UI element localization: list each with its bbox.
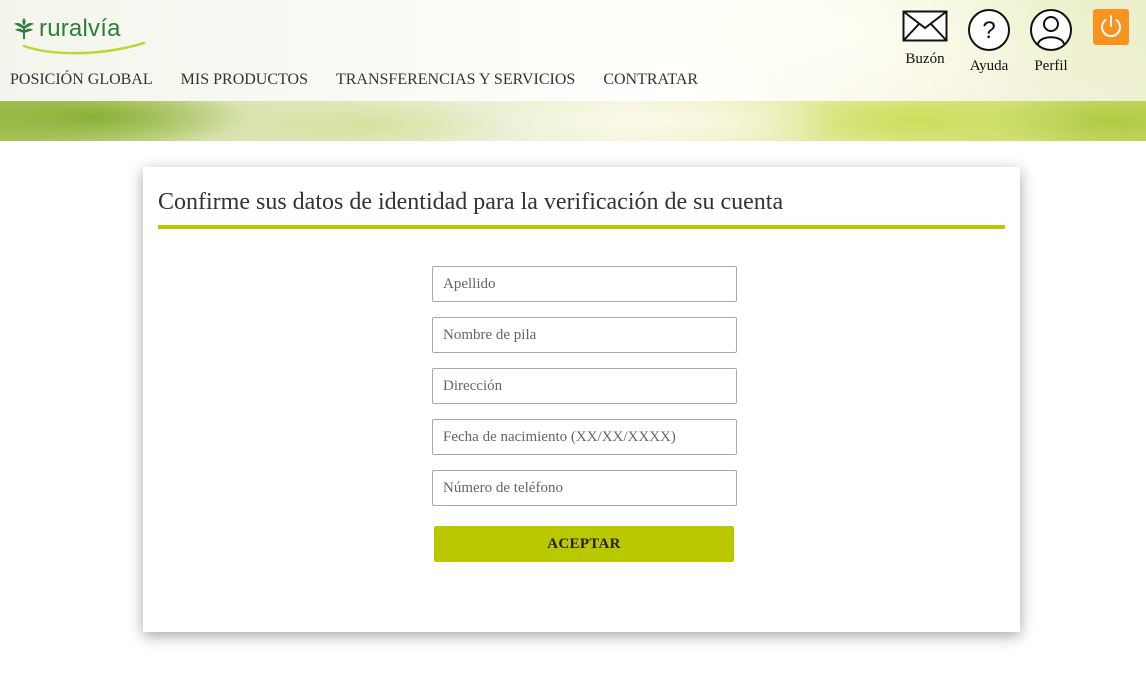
svg-text:?: ? xyxy=(982,17,995,44)
first-name-input[interactable] xyxy=(432,317,737,353)
main-nav: POSICIÓN GLOBAL MIS PRODUCTOS TRANSFEREN… xyxy=(10,70,726,90)
card-title: Confirme sus datos de identidad para la … xyxy=(158,189,784,215)
help-label: Ayuda xyxy=(969,58,1009,74)
profile-button[interactable]: Perfil xyxy=(1027,9,1075,75)
nav-item-posicion-global[interactable]: POSICIÓN GLOBAL xyxy=(10,70,153,90)
nav-item-transferencias[interactable]: TRANSFERENCIAS Y SERVICIOS xyxy=(336,70,575,90)
nav-item-mis-productos[interactable]: MIS PRODUCTOS xyxy=(181,70,308,90)
logo-text: ruralvía xyxy=(39,15,121,42)
accept-button[interactable]: ACEPTAR xyxy=(434,526,734,562)
profile-label: Perfil xyxy=(1034,58,1068,74)
envelope-icon xyxy=(902,10,948,42)
page: ruralvía POSICIÓN GLOBAL MIS PRODUCTOS T… xyxy=(0,0,1146,693)
power-icon xyxy=(1101,15,1121,38)
birthdate-input[interactable] xyxy=(432,419,737,455)
header: ruralvía POSICIÓN GLOBAL MIS PRODUCTOS T… xyxy=(0,0,1146,101)
logout-button[interactable] xyxy=(1093,9,1129,45)
header-banner xyxy=(0,101,1146,141)
title-divider xyxy=(158,225,1005,229)
nav-item-contratar[interactable]: CONTRATAR xyxy=(603,70,698,90)
user-icon xyxy=(1030,9,1072,51)
ruralvia-logo[interactable]: ruralvía xyxy=(12,14,146,56)
phone-input[interactable] xyxy=(432,470,737,506)
surname-input[interactable] xyxy=(432,266,737,302)
mailbox-button[interactable]: Buzón xyxy=(899,10,951,68)
logo-swoosh xyxy=(22,41,146,55)
address-input[interactable] xyxy=(432,368,737,404)
leaf-logo-icon xyxy=(14,18,34,39)
help-button[interactable]: ? Ayuda xyxy=(964,9,1014,75)
verification-card: Confirme sus datos de identidad para la … xyxy=(143,167,1020,632)
help-circle-icon: ? xyxy=(968,9,1010,51)
mailbox-label: Buzón xyxy=(905,51,945,67)
